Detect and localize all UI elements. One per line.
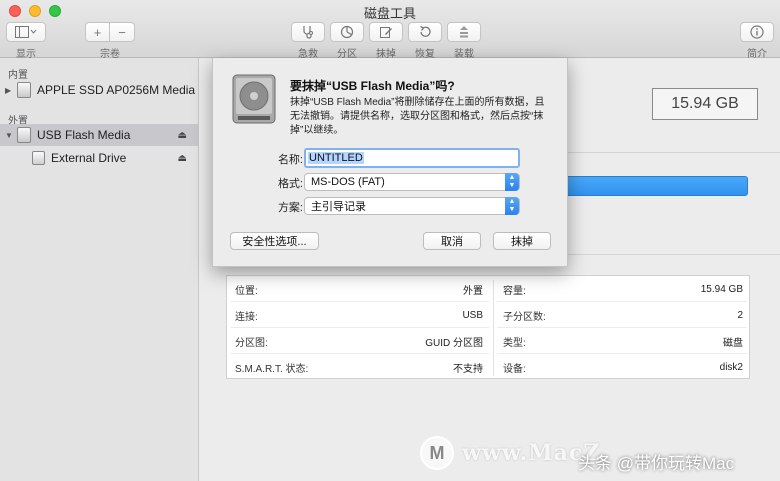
restore-group: 恢复 <box>408 22 442 60</box>
info-row-location: 位置: 外置 <box>227 276 491 302</box>
info-row-device: 设备: disk2 <box>495 354 751 380</box>
eject-icon[interactable]: ⏏ <box>178 130 187 141</box>
divider <box>568 152 780 153</box>
hard-disk-icon <box>17 82 31 98</box>
name-input[interactable]: UNTITLED <box>304 148 520 168</box>
updown-arrow-icon: ▲ ▼ <box>505 197 519 215</box>
usage-bar <box>565 176 748 196</box>
erase-button[interactable]: 抹掉 <box>493 232 551 250</box>
dialog-title: 要抹掉“USB Flash Media”吗? <box>290 79 455 93</box>
info-row-partition-map: 分区图: GUID 分区图 <box>227 328 491 354</box>
external-volume-label: External Drive <box>51 151 127 165</box>
sidebar-item-external-volume[interactable]: External Drive ⏏ <box>0 147 199 169</box>
erase-dialog: 要抹掉“USB Flash Media”吗? 抹掉“USB Flash Medi… <box>212 58 568 267</box>
mount-button[interactable] <box>447 22 481 42</box>
hard-drive-icon <box>232 74 276 124</box>
view-group: 显示 <box>6 22 46 60</box>
volume-segment: + − <box>85 22 135 42</box>
mount-group: 装载 <box>447 22 481 60</box>
format-label: 格式: <box>277 178 303 190</box>
erase-group: 抹掉 <box>369 22 403 60</box>
divider <box>568 254 780 255</box>
window-title: 磁盘工具 <box>363 6 416 21</box>
info-table: 位置: 外置 连接: USB 分区图: GUID 分区图 S.M.A.R.T. … <box>226 275 750 379</box>
scheme-select[interactable]: 主引导记录 ▲ ▼ <box>304 197 520 215</box>
info-key: 子分区数: <box>503 311 546 323</box>
info-value: USB <box>462 309 483 321</box>
info-key: 连接: <box>235 311 258 323</box>
info-key: 设备: <box>503 363 526 375</box>
format-select-value: MS-DOS (FAT) <box>311 176 385 188</box>
partition-group: 分区 <box>330 22 364 60</box>
restore-icon <box>420 25 431 37</box>
eject-volume-icon[interactable]: ⏏ <box>178 153 187 164</box>
info-row-type: 类型: 磁盘 <box>495 328 751 354</box>
info-key: 位置: <box>235 285 258 297</box>
pencil-icon <box>380 27 392 38</box>
add-volume-button[interactable]: + <box>85 22 110 42</box>
partition-button[interactable] <box>330 22 364 42</box>
info-value: 2 <box>737 309 743 321</box>
sidebar-icon <box>15 26 37 38</box>
column-divider <box>493 280 494 376</box>
disclosure-right-icon[interactable]: ▶ <box>5 86 17 95</box>
capacity-badge: 15.94 GB <box>652 88 758 120</box>
watermark-credit: 头条 @带你玩转Mac <box>578 454 735 473</box>
erase-button-toolbar[interactable] <box>369 22 403 42</box>
first-aid-group: 急救 <box>291 22 325 60</box>
sidebar-item-external-disk[interactable]: ▼ USB Flash Media ⏏ <box>0 124 199 146</box>
external-disk-label: USB Flash Media <box>37 128 131 142</box>
info-key: 容量: <box>503 285 526 297</box>
sidebar-item-internal-disk[interactable]: ▶ APPLE SSD AP0256M Media <box>0 79 199 101</box>
pie-icon <box>340 25 354 39</box>
cancel-button[interactable]: 取消 <box>423 232 481 250</box>
info-value: 磁盘 <box>723 337 743 349</box>
name-label: 名称: <box>277 154 303 166</box>
info-key: 类型: <box>503 337 526 349</box>
updown-arrow-icon: ▲ ▼ <box>505 173 519 191</box>
window-toolbar: 磁盘工具 显示 + − 宗卷 急救 分区 抹掉 恢复 装载 简介 <box>0 0 780 60</box>
volume-group: + − 宗卷 <box>85 22 135 60</box>
stethoscope-icon <box>303 26 313 39</box>
info-row-capacity: 容量: 15.94 GB <box>495 276 751 302</box>
scheme-select-value: 主引导记录 <box>311 201 366 213</box>
sidebar: 内置 ▶ APPLE SSD AP0256M Media 外置 ▼ USB Fl… <box>0 58 199 481</box>
usb-disk-icon <box>17 127 31 143</box>
info-value: 不支持 <box>453 363 483 375</box>
format-select[interactable]: MS-DOS (FAT) ▲ ▼ <box>304 173 520 191</box>
info-key: S.M.A.R.T. 状态: <box>235 363 309 375</box>
remove-volume-button[interactable]: − <box>110 22 135 42</box>
mount-icon <box>460 26 468 38</box>
restore-button[interactable] <box>408 22 442 42</box>
info-row-child-count: 子分区数: 2 <box>495 302 751 328</box>
info-button[interactable] <box>740 22 774 42</box>
info-icon <box>750 25 764 39</box>
info-value: GUID 分区图 <box>425 337 483 349</box>
dialog-description: 抹掉“USB Flash Media”将删除储存在上面的所有数据，且无法撤销。请… <box>290 97 545 136</box>
info-row-connection: 连接: USB <box>227 302 491 328</box>
info-value: 外置 <box>463 285 483 297</box>
info-key: 分区图: <box>235 337 268 349</box>
info-value: disk2 <box>719 361 743 373</box>
info-value: 15.94 GB <box>700 283 743 295</box>
watermark-logo: M <box>420 436 454 470</box>
name-input-value: UNTITLED <box>308 152 364 164</box>
volume-icon <box>32 151 45 165</box>
view-button[interactable] <box>6 22 46 42</box>
disclosure-down-icon[interactable]: ▼ <box>5 131 17 140</box>
security-options-button[interactable]: 安全性选项... <box>230 232 319 250</box>
scheme-label: 方案: <box>277 202 303 214</box>
first-aid-button[interactable] <box>291 22 325 42</box>
info-group: 简介 <box>740 22 774 60</box>
watermark: M www.MacZ <box>420 433 600 473</box>
info-row-smart: S.M.A.R.T. 状态: 不支持 <box>227 354 491 380</box>
internal-disk-label: APPLE SSD AP0256M Media <box>37 83 196 97</box>
